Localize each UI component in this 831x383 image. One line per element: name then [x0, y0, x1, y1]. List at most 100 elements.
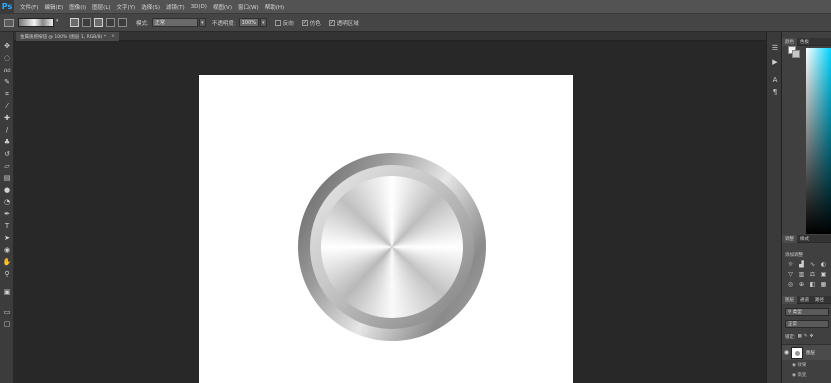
tab-styles[interactable]: 样式 — [797, 236, 812, 242]
posterize-icon[interactable]: ▦ — [819, 281, 828, 289]
shape-icon[interactable]: ◉ — [2, 246, 12, 255]
dodge-icon[interactable]: ◔ — [2, 198, 12, 207]
channel-mixer-icon[interactable]: ⊕ — [797, 281, 806, 289]
menu-edit[interactable]: 编辑(E) — [44, 3, 63, 11]
tab-color[interactable]: 颜色 — [782, 37, 797, 46]
options-bar: ▾ 模式: 正常 ▾ 不透明度: 100% ▾ 反向 ✓ 仿色 ✓ 透明区域 — [0, 14, 831, 32]
quick-select-icon[interactable]: ✎ — [2, 78, 12, 87]
actions-play-icon[interactable]: ▶ — [770, 58, 780, 67]
crop-icon[interactable]: ⌗ — [2, 90, 12, 99]
metal-knob-bevel — [310, 165, 474, 329]
eraser-icon[interactable]: ▱ — [2, 162, 12, 171]
menu-type[interactable]: 文字(Y) — [117, 3, 136, 11]
zoom-icon[interactable]: ⚲ — [2, 270, 12, 279]
tab-channels[interactable]: 通道 — [797, 297, 812, 303]
brush-icon[interactable]: ∕ — [2, 126, 12, 135]
metal-knob-face — [321, 176, 463, 318]
path-select-icon[interactable]: ➤ — [2, 234, 12, 243]
checkbox-icon — [274, 19, 281, 26]
menu-help[interactable]: 帮助(H) — [265, 3, 284, 11]
vibrance-icon[interactable]: ▽ — [786, 271, 795, 279]
color-picker-field[interactable] — [806, 48, 831, 234]
pen-icon[interactable]: ✒ — [2, 210, 12, 219]
lock-transparency-icon[interactable]: ▩ — [798, 334, 802, 339]
reverse-label: 反向 — [282, 20, 294, 27]
color-swatches-icon[interactable]: ▣ — [2, 288, 12, 300]
hue-saturation-icon[interactable]: ▥ — [797, 271, 806, 279]
menu-filter[interactable]: 滤镜(T) — [166, 3, 185, 11]
linear-gradient-button[interactable] — [70, 18, 79, 27]
eyedropper-icon[interactable]: ⁄ — [2, 102, 12, 111]
lock-row: 锁定: ▩ ✎ ✥ — [785, 332, 829, 341]
menu-window[interactable]: 窗口(W) — [238, 3, 259, 11]
diamond-gradient-button[interactable] — [118, 18, 127, 27]
levels-icon[interactable]: ▟ — [797, 261, 806, 269]
chevron-down-icon[interactable]: ▾ — [56, 18, 62, 27]
chevron-down-icon[interactable]: ▾ — [259, 18, 267, 27]
menu-image[interactable]: 图像(I) — [69, 3, 86, 11]
blend-mode-select[interactable]: 正常 — [785, 320, 829, 328]
angle-gradient-button[interactable] — [94, 18, 103, 27]
paragraph-icon[interactable]: ¶ — [770, 88, 780, 97]
lock-position-icon[interactable]: ✥ — [810, 334, 814, 339]
brightness-icon[interactable]: ☼ — [786, 261, 795, 269]
sub-effect-label: 渐变 — [797, 373, 807, 378]
tab-swatches[interactable]: 色板 — [797, 39, 812, 45]
foreground-background-swatch[interactable] — [788, 46, 800, 58]
layer-thumbnail — [791, 346, 803, 359]
layer-row[interactable]: ◉ 图层 — [782, 344, 831, 360]
invert-icon[interactable]: ◧ — [808, 281, 817, 289]
layer-effects-row[interactable]: ◉ 效果 — [792, 362, 806, 368]
history-icon[interactable]: ☰ — [770, 44, 780, 53]
menu-3d[interactable]: 3D(D) — [191, 4, 207, 10]
reverse-checkbox[interactable]: 反向 — [274, 19, 294, 27]
close-icon[interactable]: × — [111, 34, 115, 39]
reflected-gradient-button[interactable] — [106, 18, 115, 27]
transparency-checkbox[interactable]: ✓ 透明区域 — [328, 19, 359, 27]
background-color[interactable] — [792, 50, 800, 58]
curves-icon[interactable]: ∿ — [808, 261, 817, 269]
adjustments-panel-tabs: 调整 样式 — [782, 234, 831, 243]
hand-icon[interactable]: ✋ — [2, 258, 12, 267]
gradient-icon[interactable]: ▤ — [2, 174, 12, 183]
blur-icon[interactable]: ● — [2, 186, 12, 195]
healing-icon[interactable]: ✚ — [2, 114, 12, 123]
eye-icon[interactable]: ◉ — [782, 349, 791, 356]
move-icon[interactable]: ✥ — [2, 42, 12, 51]
history-brush-icon[interactable]: ↺ — [2, 150, 12, 159]
lasso-icon[interactable]: ᦶ — [2, 66, 12, 75]
stamp-icon[interactable]: ♣ — [2, 138, 12, 147]
chevron-down-icon[interactable]: ▾ — [198, 18, 206, 27]
document-tab[interactable]: 金属质感按钮 @ 100% (图层 1, RGB/8) * × — [16, 32, 119, 41]
opacity-input[interactable]: 100% — [238, 18, 259, 27]
black-white-icon[interactable]: ▣ — [819, 271, 828, 279]
quick-mask-icon[interactable]: ▭ — [2, 308, 12, 317]
mode-select[interactable]: 正常 — [151, 18, 198, 27]
character-icon[interactable]: A — [770, 76, 780, 85]
add-adjustment-label: 添加调整 — [785, 253, 803, 258]
right-panels: 颜色 色板 调整 样式 添加调整 ☼ ▟ ∿ ◐ ▽ ▥ ⚖ ▣ ◎ ⊕ ◧ ▦ 图层 通道 路径… — [782, 32, 831, 383]
marquee-icon[interactable]: ◌ — [2, 54, 12, 63]
screen-mode-icon[interactable]: ▢ — [2, 320, 12, 329]
tab-layers[interactable]: 图层 — [782, 295, 797, 304]
menu-view[interactable]: 视图(V) — [213, 3, 232, 11]
menu-select[interactable]: 选择(S) — [141, 3, 160, 11]
menu-layer[interactable]: 图层(L) — [92, 3, 110, 11]
radial-gradient-button[interactable] — [82, 18, 91, 27]
layers-filter-select[interactable]: ⚲ 类型 — [785, 308, 829, 316]
effects-label: 效果 — [797, 363, 807, 368]
type-icon[interactable]: T — [2, 222, 12, 231]
lock-paint-icon[interactable]: ✎ — [804, 334, 808, 339]
dither-checkbox[interactable]: ✓ 仿色 — [301, 19, 321, 27]
document-canvas[interactable] — [199, 75, 573, 383]
tab-adjustments[interactable]: 调整 — [782, 234, 797, 243]
tab-paths[interactable]: 路径 — [812, 297, 827, 303]
tool-preset-icon[interactable] — [4, 18, 14, 27]
checkmark-icon: ✓ — [328, 19, 335, 26]
color-balance-icon[interactable]: ⚖ — [808, 271, 817, 279]
gradient-overlay-row[interactable]: ◉ 渐变 — [792, 372, 806, 378]
exposure-icon[interactable]: ◐ — [819, 261, 828, 269]
photo-filter-icon[interactable]: ◎ — [786, 281, 795, 289]
menu-file[interactable]: 文件(F) — [20, 3, 38, 11]
gradient-preview[interactable] — [18, 18, 54, 27]
